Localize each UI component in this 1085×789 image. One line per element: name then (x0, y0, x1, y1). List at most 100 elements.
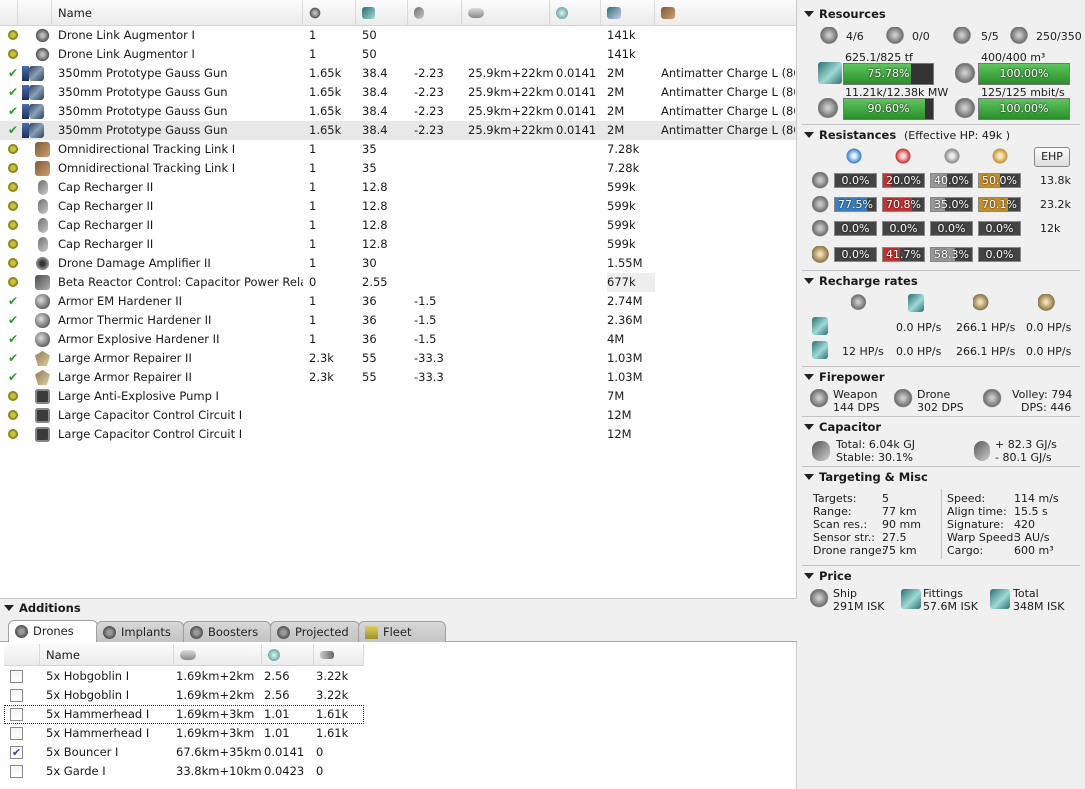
col-price-header[interactable] (601, 0, 655, 26)
resist-ki-bar: 58.3% (930, 247, 973, 262)
drone-col-range-header[interactable] (174, 644, 262, 666)
fitting-row[interactable]: ✔ Armor Thermic Hardener II 1 36 -1.5 2.36M (0, 311, 796, 330)
collapse-triangle-icon[interactable] (804, 132, 814, 138)
module-state-toggle[interactable] (6, 26, 20, 45)
tab-implants[interactable]: Implants (96, 621, 184, 642)
targeting-header[interactable]: Targeting & Misc (804, 469, 928, 485)
firepower-header[interactable]: Firepower (804, 369, 885, 385)
drone-active-checkbox[interactable] (10, 708, 23, 721)
price-header[interactable]: Price (804, 568, 852, 584)
module-state-toggle[interactable]: ✔ (6, 330, 20, 349)
col-state-header[interactable] (0, 0, 18, 26)
fitting-row[interactable]: Drone Link Augmentor I 1 50 141k (0, 45, 796, 64)
module-state-toggle[interactable] (6, 254, 20, 273)
drone-row[interactable]: 5x Hobgoblin I 1.69km+2km 2.56 3.22k (4, 686, 364, 705)
module-state-toggle[interactable]: ✔ (6, 292, 20, 311)
drone-active-checkbox[interactable] (10, 765, 23, 778)
fitting-row[interactable]: ✔ Armor Explosive Hardener II 1 36 -1.5 4M (0, 330, 796, 349)
drone-row[interactable]: 5x Hobgoblin I 1.69km+2km 2.56 3.22k (4, 667, 364, 686)
resources-header[interactable]: Resources (804, 6, 886, 22)
col-charge-header[interactable] (655, 0, 796, 26)
module-state-toggle[interactable] (6, 425, 20, 444)
module-state-toggle[interactable] (6, 45, 20, 64)
drone-active-checkbox[interactable] (10, 727, 23, 740)
fitting-row[interactable]: ✔ 350mm Prototype Gauss Gun 1.65k 38.4 -2.23… (0, 121, 796, 140)
col-capacitor-header[interactable] (408, 0, 462, 26)
collapse-triangle-icon[interactable] (4, 605, 14, 611)
fitting-row[interactable]: Cap Recharger II 1 12.8 599k (0, 216, 796, 235)
collapse-triangle-icon[interactable] (804, 474, 814, 480)
module-state-toggle[interactable] (6, 159, 20, 178)
drone-active-checkbox[interactable] (10, 670, 23, 683)
tab-drones[interactable]: Drones (8, 620, 98, 643)
collapse-triangle-icon[interactable] (804, 374, 814, 380)
capacitor-header[interactable]: Capacitor (804, 419, 881, 435)
fitting-row[interactable]: ✔ Large Armor Repairer II 2.3k 55 -33.3 1.03M (0, 349, 796, 368)
tab-boosters[interactable]: Boosters (183, 621, 271, 642)
drone-active-checkbox[interactable]: ✔ (10, 746, 23, 759)
module-state-toggle[interactable]: ✔ (6, 64, 20, 83)
col-icon-header[interactable] (18, 0, 52, 26)
drone-col-name-header[interactable]: Name (40, 644, 174, 666)
drone-col-check-header[interactable] (4, 644, 40, 666)
module-state-toggle[interactable] (6, 235, 20, 254)
module-state-toggle[interactable]: ✔ (6, 311, 20, 330)
fitting-row[interactable]: Drone Link Augmentor I 1 50 141k (0, 26, 796, 45)
fitting-row[interactable]: Cap Recharger II 1 12.8 599k (0, 178, 796, 197)
fitting-row[interactable]: Omnidirectional Tracking Link I 1 35 7.28k (0, 140, 796, 159)
recharge-header[interactable]: Recharge rates (804, 273, 918, 289)
tab-fleet[interactable]: Fleet (358, 621, 446, 642)
collapse-triangle-icon[interactable] (804, 278, 814, 284)
drone-row[interactable]: 5x Hammerhead I 1.69km+3km 1.01 1.61k (4, 705, 364, 724)
fitting-row[interactable]: ✔ Large Armor Repairer II 2.3k 55 -33.3 1.03M (0, 368, 796, 387)
volley-icon (983, 389, 1003, 409)
module-state-toggle[interactable] (6, 216, 20, 235)
module-tracking (556, 254, 604, 273)
module-state-toggle[interactable] (6, 178, 20, 197)
module-state-toggle[interactable] (6, 140, 20, 159)
module-state-toggle[interactable] (6, 387, 20, 406)
fitting-row[interactable]: Cap Recharger II 1 12.8 599k (0, 197, 796, 216)
layer-ehp: 23.2k (1040, 198, 1071, 211)
tab-projected[interactable]: Projected (270, 621, 360, 642)
col-powergrid-header[interactable] (356, 0, 408, 26)
fitting-row[interactable]: Large Anti-Explosive Pump I 7M (0, 387, 796, 406)
col-tracking-header[interactable] (550, 0, 601, 26)
drone-row[interactable]: 5x Hammerhead I 1.69km+3km 1.01 1.61k (4, 724, 364, 743)
module-state-toggle[interactable]: ✔ (6, 349, 20, 368)
module-state-toggle[interactable]: ✔ (6, 368, 20, 387)
fitting-row[interactable]: ✔ 350mm Prototype Gauss Gun 1.65k 38.4 -2.23… (0, 64, 796, 83)
fitting-row[interactable]: ✔ Armor EM Hardener II 1 36 -1.5 2.74M (0, 292, 796, 311)
resistances-header[interactable]: Resistances (804, 127, 896, 143)
module-state-toggle[interactable] (6, 406, 20, 425)
ehp-toggle-button[interactable]: EHP (1034, 147, 1070, 167)
fitting-row[interactable]: Large Capacitor Control Circuit I 12M (0, 406, 796, 425)
additions-header[interactable]: Additions (0, 598, 797, 618)
col-cpu-header[interactable] (303, 0, 356, 26)
fitting-row[interactable]: Large Capacitor Control Circuit I 12M (0, 425, 796, 444)
fitting-row[interactable]: ✔ 350mm Prototype Gauss Gun 1.65k 38.4 -2.23… (0, 102, 796, 121)
drone-row[interactable]: ✔ 5x Bouncer I 67.6km+35km 0.0141 0 (4, 743, 364, 762)
col-range-header[interactable] (462, 0, 550, 26)
collapse-triangle-icon[interactable] (804, 11, 814, 17)
module-state-toggle[interactable] (6, 197, 20, 216)
stat-label: Warp Speed: (947, 531, 1018, 544)
damage-pattern-icon[interactable] (812, 246, 830, 264)
module-state-toggle[interactable]: ✔ (6, 83, 20, 102)
fitting-row[interactable]: Drone Damage Amplifier II 1 30 1.55M (0, 254, 796, 273)
drone-col-speed-header[interactable] (314, 644, 364, 666)
module-state-toggle[interactable]: ✔ (6, 102, 20, 121)
drone-active-checkbox[interactable] (10, 689, 23, 702)
fitting-row[interactable]: Omnidirectional Tracking Link I 1 35 7.28k (0, 159, 796, 178)
fitting-row[interactable]: Cap Recharger II 1 12.8 599k (0, 235, 796, 254)
drone-bandwidth: 250/350 (1036, 30, 1082, 43)
module-state-toggle[interactable] (6, 273, 20, 292)
module-state-toggle[interactable]: ✔ (6, 121, 20, 140)
drone-col-tracking-header[interactable] (262, 644, 314, 666)
collapse-triangle-icon[interactable] (804, 424, 814, 430)
col-name-header[interactable]: Name (52, 0, 303, 26)
fitting-row[interactable]: Beta Reactor Control: Capacitor Power Re… (0, 273, 796, 292)
fitting-row[interactable]: ✔ 350mm Prototype Gauss Gun 1.65k 38.4 -2.23… (0, 83, 796, 102)
collapse-triangle-icon[interactable] (804, 573, 814, 579)
drone-row[interactable]: 5x Garde I 33.8km+10km 0.0423 0 (4, 762, 364, 781)
